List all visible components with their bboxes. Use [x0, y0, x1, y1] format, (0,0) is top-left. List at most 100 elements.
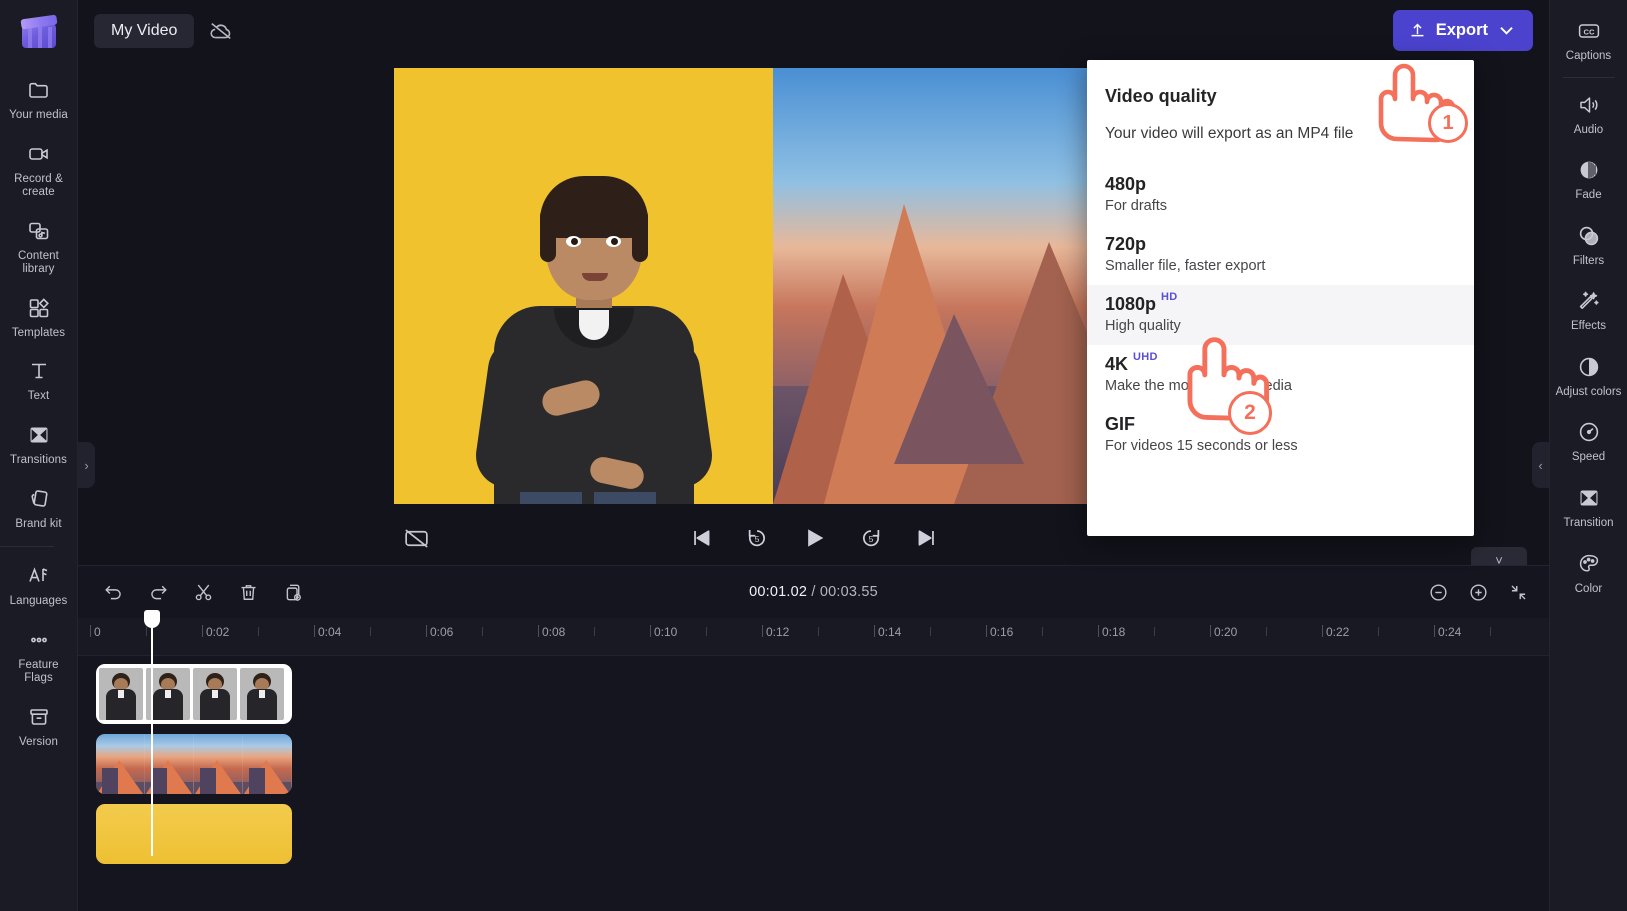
clip-thumbnail: [240, 668, 284, 720]
text-icon: [26, 358, 52, 384]
sidebar-item-feature-flags[interactable]: Feature Flags: [0, 618, 77, 695]
filters-icon: [1576, 223, 1602, 249]
media-library-icon: [26, 218, 52, 244]
effects-wand-icon: [1576, 288, 1602, 314]
export-option-badge: UHD: [1133, 351, 1158, 363]
sidebar-item-captions[interactable]: CC Captions: [1550, 8, 1627, 74]
sidebar-item-templates[interactable]: Templates: [0, 286, 77, 350]
sidebar-item-languages[interactable]: Languages: [0, 549, 77, 618]
timeline-clip-background[interactable]: [96, 804, 292, 864]
ruler-label: 0:04: [318, 625, 342, 639]
contrast-icon: [1576, 354, 1602, 380]
export-option-480p[interactable]: 480p For drafts: [1087, 165, 1474, 225]
sidebar-divider: [0, 546, 54, 548]
archive-icon: [26, 704, 52, 730]
sidebar-item-text[interactable]: Text: [0, 349, 77, 413]
fit-to-screen-button[interactable]: [1501, 575, 1535, 609]
export-option-name: 1080p: [1105, 294, 1157, 314]
transitions-icon: [26, 422, 52, 448]
timeline-tracks: [78, 610, 1549, 866]
sidebar-item-adjust-colors[interactable]: Adjust colors: [1550, 344, 1627, 410]
timeline-clip-person[interactable]: [96, 664, 292, 724]
export-option-720p[interactable]: 720p Smaller file, faster export: [1087, 225, 1474, 285]
ruler-label: 0:18: [1102, 625, 1126, 639]
export-option-description: For drafts: [1105, 198, 1168, 214]
sidebar-item-label: Feature Flags: [18, 658, 59, 685]
forward-5-icon[interactable]: 5: [858, 525, 884, 551]
speedometer-icon: [1576, 419, 1602, 445]
export-button[interactable]: Export: [1392, 10, 1533, 51]
clip-thumbnail: [99, 668, 143, 720]
export-option-name: 4K: [1105, 354, 1129, 374]
total-time: 00:03.55: [819, 584, 878, 600]
clip-thumbnail: [193, 668, 237, 720]
zoom-in-button[interactable]: [1461, 575, 1495, 609]
sidebar-item-filters[interactable]: Filters: [1550, 213, 1627, 279]
speaker-icon: [1576, 92, 1602, 118]
sidebar-item-label: Brand kit: [15, 517, 62, 530]
collapse-left-panel-button[interactable]: ›: [78, 442, 95, 488]
cc-icon: CC: [1576, 18, 1602, 44]
sidebar-item-record-create[interactable]: Record & create: [0, 132, 77, 209]
collapse-right-panel-button[interactable]: ‹: [1532, 442, 1549, 488]
folder-icon: [26, 77, 52, 103]
current-time: 00:01.02: [749, 584, 808, 600]
rewind-5-icon[interactable]: 5: [744, 525, 770, 551]
svg-text:5: 5: [754, 534, 759, 544]
step-badge-1: 1: [1428, 103, 1468, 143]
skip-back-icon[interactable]: [688, 525, 714, 551]
sidebar-item-effects[interactable]: Effects: [1550, 278, 1627, 344]
ruler-label: 0:22: [1326, 625, 1350, 639]
timeline-track-3: [78, 804, 1549, 866]
export-option-gif[interactable]: GIF For videos 15 seconds or less: [1087, 405, 1474, 465]
export-option-description: Make the most of your media: [1105, 378, 1292, 394]
upload-icon: [1411, 23, 1424, 37]
export-option-description: High quality: [1105, 318, 1181, 334]
sidebar-item-label: Captions: [1565, 50, 1612, 62]
sidebar-item-label: Transitions: [10, 453, 67, 466]
sidebar-item-your-media[interactable]: Your media: [0, 68, 77, 132]
sidebar-item-version[interactable]: Version: [0, 695, 77, 759]
sidebar-item-label: Templates: [11, 326, 66, 339]
sidebar-item-speed[interactable]: Speed: [1550, 409, 1627, 475]
timeline-clip-mountain[interactable]: [96, 734, 292, 794]
play-icon[interactable]: [800, 524, 828, 552]
ruler-label: 0:02: [206, 625, 230, 639]
ruler-label: 0:10: [654, 625, 678, 639]
project-name-field[interactable]: My Video: [94, 13, 195, 48]
export-menu-subtitle: Your video will export as an MP4 file: [1105, 125, 1354, 142]
sidebar-item-label: Audio: [1573, 123, 1604, 136]
svg-text:5: 5: [868, 534, 873, 544]
export-option-1080p[interactable]: 1080p HD High quality: [1087, 285, 1474, 345]
sidebar-item-transition[interactable]: Transition: [1550, 475, 1627, 541]
sidebar-item-color[interactable]: Color: [1550, 541, 1627, 607]
cloud-off-icon[interactable]: [208, 18, 234, 44]
export-option-4k[interactable]: 4K UHD Make the most of your media: [1087, 345, 1474, 405]
sidebar-item-brand-kit[interactable]: Brand kit: [0, 477, 77, 541]
sidebar-item-label: Filters: [1572, 254, 1605, 267]
sidebar-item-transitions[interactable]: Transitions: [0, 413, 77, 477]
sidebar-item-content-library[interactable]: Content library: [0, 209, 77, 286]
sidebar-item-fade[interactable]: Fade: [1550, 147, 1627, 213]
sidebar-item-label: Text: [27, 390, 50, 403]
sidebar-item-audio[interactable]: Audio: [1550, 82, 1627, 148]
timeline-toolbar: 00:01.02 / 00:03.55: [78, 566, 1549, 618]
export-menu-title: Video quality: [1105, 86, 1217, 106]
palette-icon: [1576, 551, 1602, 577]
export-option-description: Smaller file, faster export: [1105, 258, 1266, 274]
timeline-playhead[interactable]: [144, 610, 160, 856]
export-option-description: For videos 15 seconds or less: [1105, 438, 1298, 454]
clipchamp-logo[interactable]: [19, 12, 59, 52]
timeline-ruler[interactable]: 0 0:02 0:04 0:06 0:08 0:10 0:12 0:14 0:1…: [78, 618, 1549, 656]
video-preview[interactable]: [394, 68, 1091, 504]
sidebar-item-label: Record & create: [14, 172, 63, 199]
sidebar-item-label: Effects: [1571, 320, 1606, 333]
ruler-label: 0:20: [1214, 625, 1238, 639]
playhead-handle[interactable]: [144, 610, 160, 628]
ruler-label: 0:24: [1438, 625, 1462, 639]
top-toolbar: My Video Export: [78, 0, 1549, 61]
skip-forward-icon[interactable]: [914, 525, 940, 551]
clip-thumbnail: [243, 734, 292, 794]
zoom-out-button[interactable]: [1421, 575, 1455, 609]
sidebar-divider: [1562, 76, 1615, 78]
